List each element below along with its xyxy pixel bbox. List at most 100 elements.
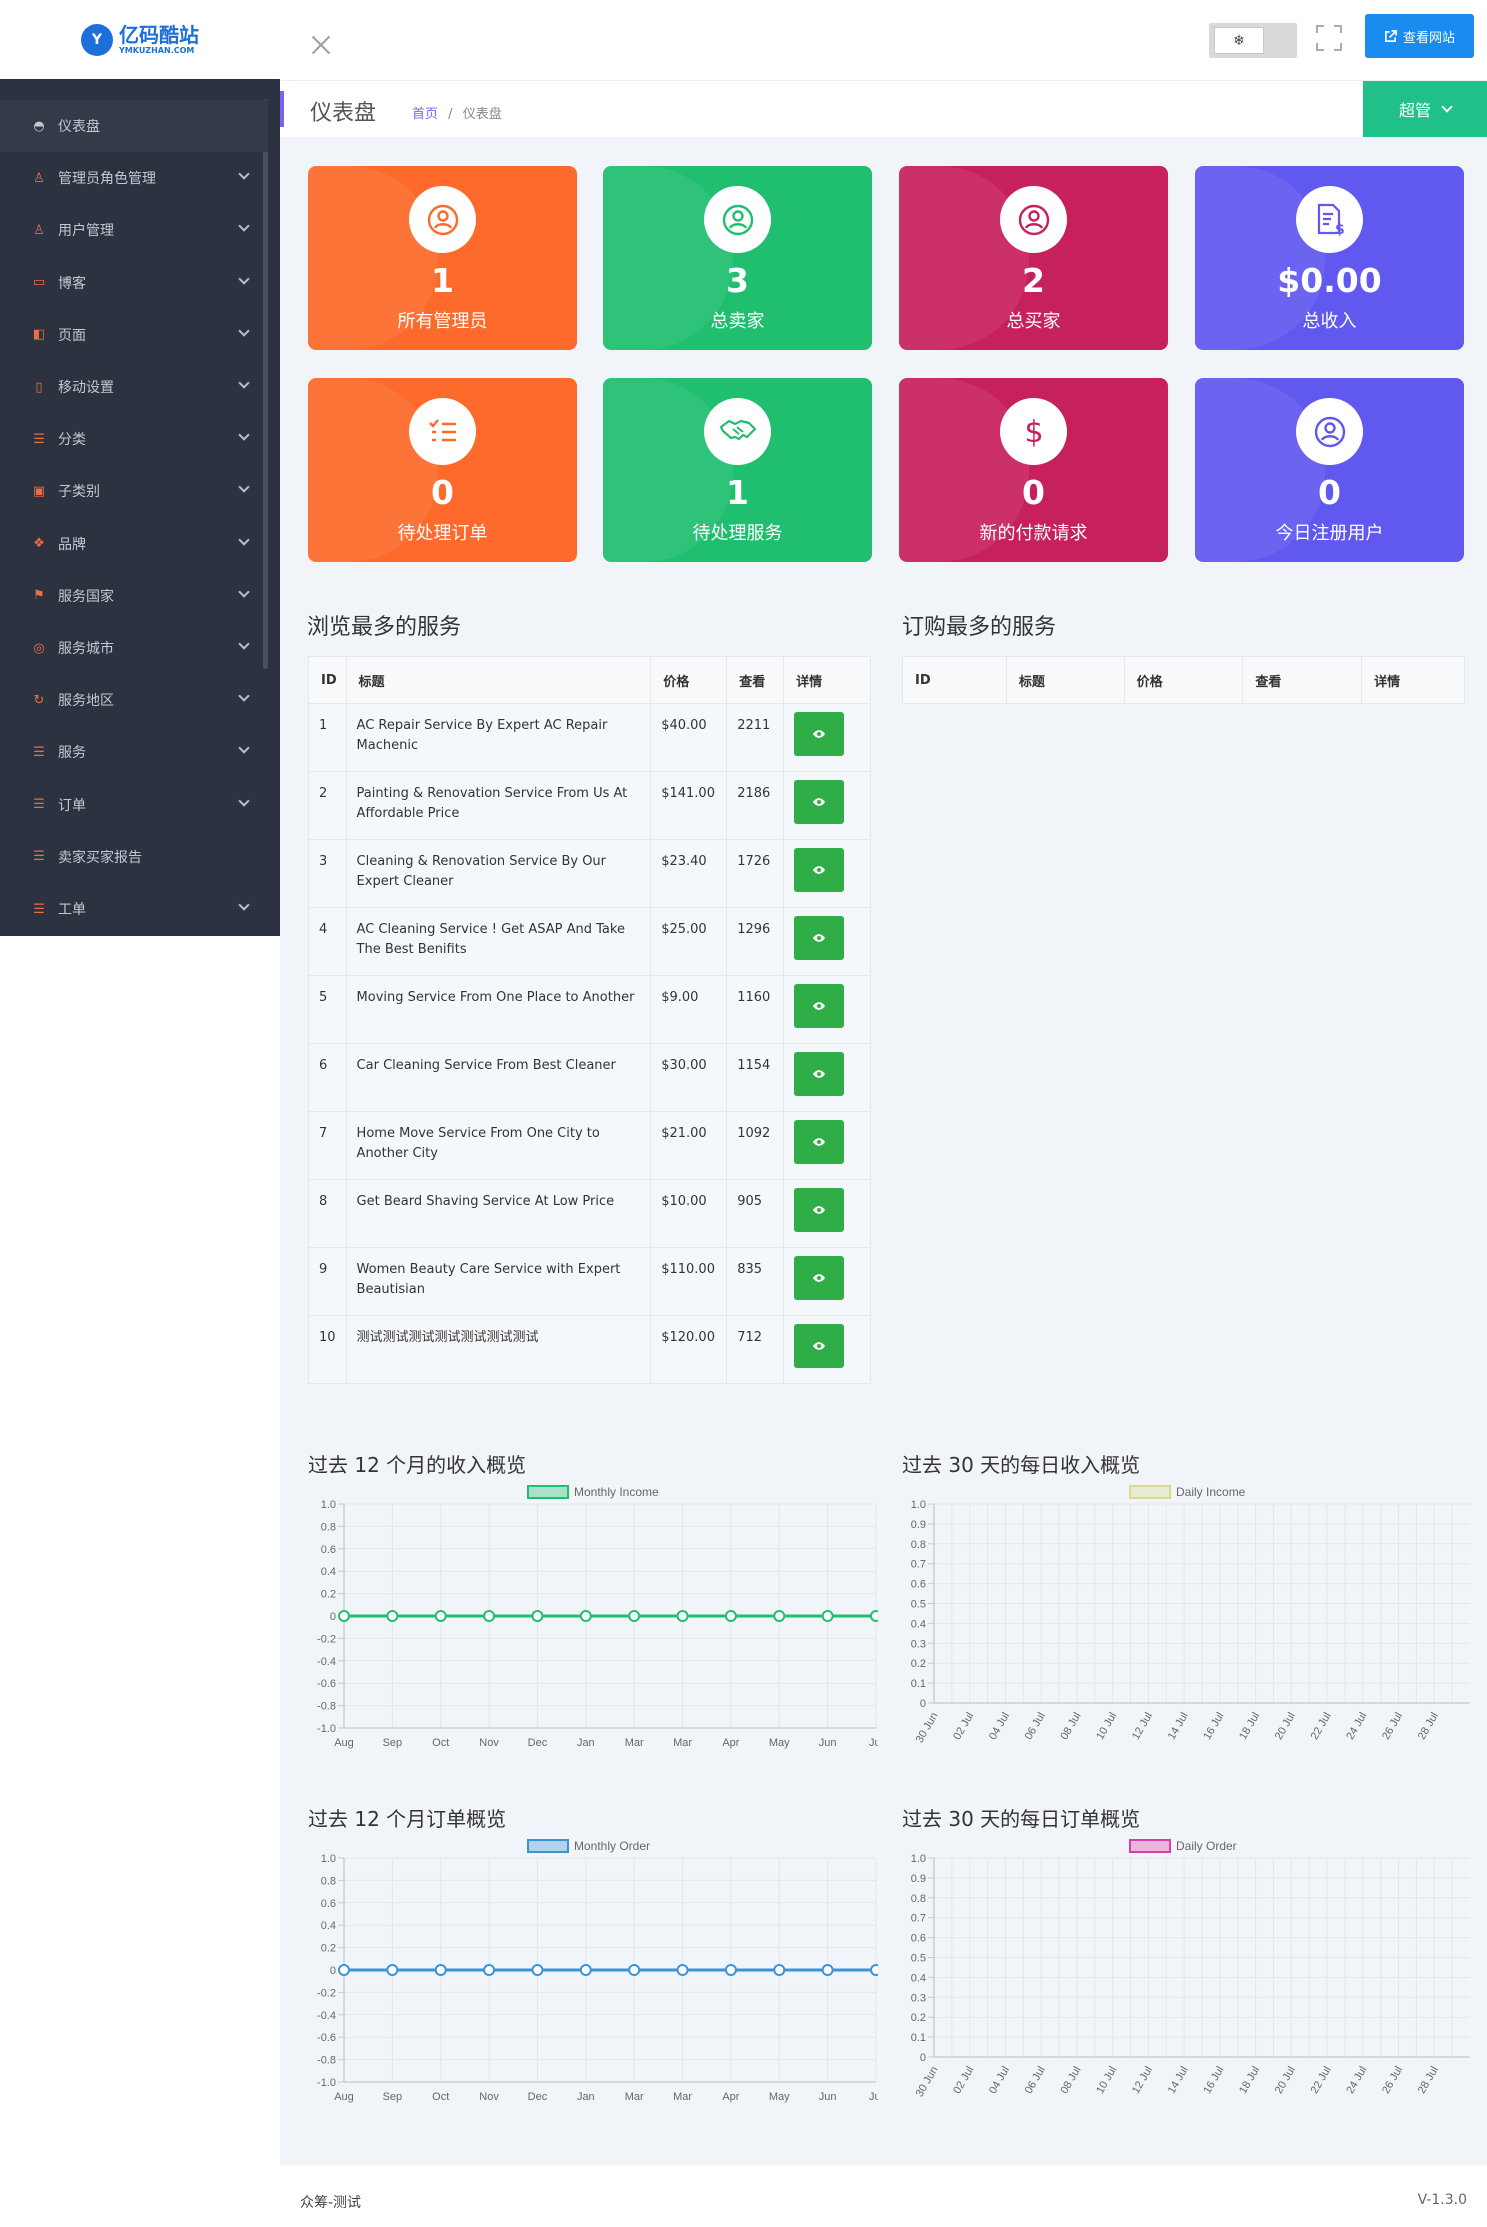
- sidebar-item-8[interactable]: ❖ 品牌: [0, 518, 268, 570]
- table-header: 查看: [1242, 656, 1363, 704]
- stat-card[interactable]: 1 所有管理员: [308, 166, 577, 350]
- legend-swatch[interactable]: [527, 1485, 569, 1499]
- view-details-button[interactable]: [794, 1188, 845, 1232]
- view-details-button[interactable]: [794, 780, 845, 824]
- stat-value: 2: [1022, 261, 1045, 300]
- cell-title: Cleaning & Renovation Service By Our Exp…: [345, 839, 652, 908]
- y-tick-label: 1.0: [911, 1499, 926, 1511]
- x-tick-label: 24 Jul: [1344, 2065, 1369, 2096]
- sidebar-item-11[interactable]: ↻ 服务地区: [0, 674, 268, 726]
- data-point[interactable]: [386, 1610, 399, 1622]
- x-tick-label: 06 Jul: [1023, 1711, 1048, 1742]
- data-point[interactable]: [338, 1964, 350, 1976]
- chart-title: 过去 30 天的每日收入概览: [902, 1453, 1141, 1477]
- stat-card[interactable]: 0 待处理订单: [308, 378, 577, 562]
- legend-swatch[interactable]: [1129, 1839, 1171, 1853]
- x-tick-label: 26 Jul: [1380, 1711, 1405, 1742]
- data-point[interactable]: [870, 1964, 878, 1976]
- cell-price: $120.00: [650, 1315, 728, 1384]
- x-tick-label: 06 Jul: [1023, 2065, 1048, 2096]
- data-point[interactable]: [579, 1964, 592, 1976]
- sidebar-item-9[interactable]: ⚑ 服务国家: [0, 570, 268, 622]
- sidebar-item-1[interactable]: ♙ 管理员角色管理: [0, 152, 268, 204]
- view-site-button[interactable]: 查看网站: [1365, 14, 1474, 58]
- data-point[interactable]: [386, 1964, 399, 1976]
- view-details-button[interactable]: [794, 1256, 845, 1300]
- legend-swatch[interactable]: [527, 1839, 569, 1853]
- stat-card[interactable]: 0 今日注册用户: [1195, 378, 1464, 562]
- table-header: ID: [308, 656, 347, 704]
- sidebar-item-14[interactable]: ☰ 卖家买家报告: [0, 831, 268, 883]
- view-details-button[interactable]: [794, 1120, 845, 1164]
- data-point[interactable]: [870, 1610, 878, 1622]
- logo-mark-icon: Y: [81, 23, 113, 56]
- stat-value: 1: [431, 261, 454, 300]
- data-point[interactable]: [773, 1610, 786, 1622]
- fullscreen-icon[interactable]: [1316, 25, 1342, 51]
- stat-value: $0.00: [1277, 261, 1382, 300]
- y-tick-label: 0.4: [911, 1618, 926, 1630]
- stat-card[interactable]: $ $0.00 总收入: [1195, 166, 1464, 350]
- view-details-button[interactable]: [794, 712, 845, 756]
- cell-id: 8: [308, 1179, 347, 1248]
- x-tick-label: Jul: [869, 2091, 878, 2103]
- cell-views: 905: [726, 1179, 785, 1248]
- sidebar-item-15[interactable]: ☰ 工单: [0, 883, 268, 935]
- x-tick-label: 10 Jul: [1094, 1711, 1119, 1742]
- data-point[interactable]: [628, 1964, 641, 1976]
- sidebar-item-label: 子类别: [58, 484, 100, 501]
- data-point[interactable]: [821, 1610, 834, 1622]
- most-viewed-title: 浏览最多的服务: [307, 615, 462, 640]
- data-point[interactable]: [434, 1964, 447, 1976]
- logo[interactable]: Y 亿码酷站 YMKUZHAN.COM: [81, 23, 199, 56]
- data-point[interactable]: [821, 1964, 834, 1976]
- view-details-button[interactable]: [794, 1052, 845, 1096]
- data-point[interactable]: [724, 1964, 737, 1976]
- sidebar-item-5[interactable]: ▯ 移动设置: [0, 361, 268, 413]
- view-details-button[interactable]: [794, 848, 845, 892]
- sidebar-item-6[interactable]: ☰ 分类: [0, 413, 268, 465]
- close-icon[interactable]: [310, 34, 332, 56]
- sidebar-item-4[interactable]: ◧ 页面: [0, 309, 268, 361]
- data-point[interactable]: [434, 1610, 447, 1622]
- stat-card[interactable]: $0 新的付款请求: [899, 378, 1168, 562]
- svg-text:$: $: [1024, 415, 1043, 450]
- sidebar-item-10[interactable]: ◎ 服务城市: [0, 622, 268, 674]
- y-tick-label: 1.0: [321, 1499, 336, 1511]
- svg-text:$: $: [1335, 222, 1345, 238]
- table-row: 4 AC Cleaning Service ! Get ASAP And Take…: [308, 907, 871, 976]
- sidebar-item-2[interactable]: ♙ 用户管理: [0, 204, 268, 256]
- sidebar-item-label: 页面: [58, 327, 86, 344]
- sidebar-item-13[interactable]: ☰ 订单: [0, 779, 268, 831]
- view-details-button[interactable]: [794, 916, 845, 960]
- data-point[interactable]: [628, 1610, 641, 1622]
- breadcrumb-home[interactable]: 首页: [412, 107, 438, 122]
- sidebar-item-12[interactable]: ☰ 服务: [0, 726, 268, 778]
- stat-card[interactable]: 2 总买家: [899, 166, 1168, 350]
- data-point[interactable]: [338, 1610, 350, 1622]
- stat-card[interactable]: 3 总卖家: [603, 166, 872, 350]
- y-tick-label: 0.4: [321, 1566, 336, 1578]
- stat-card[interactable]: 1 待处理服务: [603, 378, 872, 562]
- sidebar-item-3[interactable]: ▭ 博客: [0, 257, 268, 309]
- data-point[interactable]: [724, 1610, 737, 1622]
- sidebar-item-7[interactable]: ▣ 子类别: [0, 465, 268, 517]
- data-point[interactable]: [773, 1964, 786, 1976]
- theme-toggle[interactable]: ❄: [1209, 23, 1297, 58]
- legend-swatch[interactable]: [1129, 1485, 1171, 1499]
- table-header: 标题: [1005, 656, 1125, 704]
- view-details-button[interactable]: [794, 984, 845, 1028]
- sidebar-item-0[interactable]: ◓ 仪表盘: [0, 100, 268, 152]
- data-point[interactable]: [483, 1964, 496, 1976]
- data-point[interactable]: [531, 1610, 544, 1622]
- data-point[interactable]: [676, 1610, 689, 1622]
- data-point[interactable]: [531, 1964, 544, 1976]
- chevron-down-icon: [238, 481, 250, 494]
- view-details-button[interactable]: [794, 1324, 845, 1368]
- data-point[interactable]: [483, 1610, 496, 1622]
- data-point[interactable]: [579, 1610, 592, 1622]
- data-point[interactable]: [676, 1964, 689, 1976]
- role-dropdown[interactable]: 超管: [1363, 81, 1487, 137]
- cell-views: 1160: [726, 975, 785, 1044]
- x-tick-label: 08 Jul: [1058, 2065, 1083, 2096]
